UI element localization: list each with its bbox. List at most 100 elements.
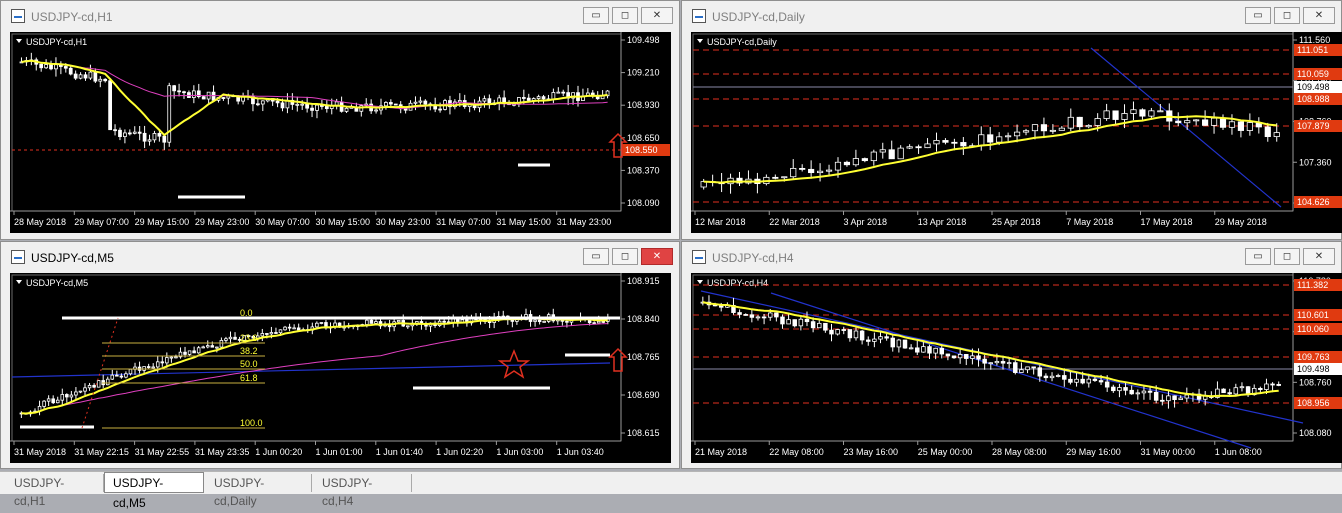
title-bar[interactable]: USDJPY-cd,H4 ▭ ◻ ✕ <box>682 242 1341 272</box>
candle-body <box>438 108 442 111</box>
candle-body <box>1184 394 1190 399</box>
candle-body <box>115 374 119 377</box>
time-axis-label: 31 May 23:00 <box>557 217 612 227</box>
candle-body <box>167 85 172 143</box>
time-axis-label: 31 May 00:00 <box>1141 447 1196 457</box>
candle-body <box>384 102 388 107</box>
price-level-tag-label: 108.550 <box>625 145 658 155</box>
symbol-menu-icon <box>697 39 703 43</box>
minimize-button[interactable]: ▭ <box>583 248 609 265</box>
candle-body <box>165 357 169 364</box>
candle-body <box>1121 113 1128 120</box>
candle-body <box>54 64 58 70</box>
trend-line <box>770 292 1252 449</box>
chart-canvas[interactable]: USDJPY-cd,Daily111.560110.160108.760107.… <box>691 32 1342 233</box>
close-button[interactable]: ✕ <box>641 7 673 24</box>
candle-body <box>879 149 886 153</box>
price-level-tag-label: 104.626 <box>1297 197 1330 207</box>
price-axis-label: 108.915 <box>627 276 660 286</box>
price-chart[interactable]: USDJPY-cd,M5 108.915 108.840 108.765 108.690… <box>10 273 671 463</box>
candle-body <box>1202 119 1209 126</box>
maximize-button[interactable]: ◻ <box>1274 248 1300 265</box>
candle-body <box>310 107 314 111</box>
title-bar[interactable]: USDJPY-cd,M5 ▭ ◻ ✕ <box>1 242 679 272</box>
minimize-button[interactable]: ▭ <box>583 7 609 24</box>
time-axis-label: 23 May 16:00 <box>844 447 899 457</box>
price-axis-label: 107.360 <box>1299 157 1332 167</box>
time-axis-label: 1 Jun 02:20 <box>436 447 483 457</box>
candle-body <box>278 329 283 334</box>
candle-body <box>843 161 851 166</box>
candle-body <box>1178 397 1183 400</box>
candle-body <box>396 320 401 323</box>
candle-body <box>884 336 889 339</box>
candle-body <box>174 356 178 359</box>
chart-window-daily[interactable]: USDJPY-cd,Daily ▭ ◻ ✕ USDJPY-cd,Daily 111… <box>681 0 1342 240</box>
candle-body <box>1239 386 1245 389</box>
fibonacci-level-label: 50.0 <box>240 359 258 369</box>
moving-average-fast <box>702 301 1279 398</box>
maximize-button[interactable]: ◻ <box>612 248 638 265</box>
candle-body <box>374 109 378 112</box>
symbol-menu-icon <box>697 280 703 284</box>
candle-body <box>596 321 601 324</box>
tab-usdjpy-h1[interactable]: USDJPY-cd,H1 <box>6 474 104 508</box>
candle-body <box>945 353 951 357</box>
price-axis-label: 108.615 <box>627 428 660 438</box>
candle-body <box>152 133 157 141</box>
close-button[interactable]: ✕ <box>1303 7 1335 24</box>
candle-body <box>482 98 487 102</box>
time-axis-label: 31 May 23:35 <box>195 447 250 457</box>
minimize-button[interactable]: ▭ <box>1245 7 1271 24</box>
chart-window-h1[interactable]: USDJPY-cd,H1 ▭ ◻ ✕ USDJPY-cd,H1 109.498 10… <box>0 0 680 240</box>
title-bar[interactable]: USDJPY-cd,Daily ▭ ◻ ✕ <box>682 1 1341 31</box>
chart-window-m5[interactable]: USDJPY-cd,M5 ▭ ◻ ✕ USDJPY-cd,M5 108.915 10… <box>0 241 680 469</box>
close-button[interactable]: ✕ <box>641 248 673 265</box>
time-axis-label: 31 May 22:55 <box>135 447 190 457</box>
chart-canvas[interactable]: USDJPY-cd,H1 109.498 109.210 108.930 108.650… <box>10 32 671 233</box>
close-button[interactable]: ✕ <box>1303 248 1335 265</box>
price-chart[interactable]: USDJPY-cd,H4110.780110.060108.760108.080… <box>691 273 1342 463</box>
candle-body <box>1067 116 1074 129</box>
price-chart[interactable]: USDJPY-cd,Daily111.560110.160108.760107.… <box>691 32 1342 233</box>
candle-body <box>269 332 274 335</box>
candle-body <box>205 345 210 348</box>
candle-body <box>142 366 146 371</box>
candle-body <box>781 176 788 179</box>
candle-body <box>191 90 196 98</box>
candle-body <box>187 350 192 355</box>
tab-usdjpy-m5[interactable]: USDJPY-cd,M5 <box>104 472 204 510</box>
chart-canvas[interactable]: USDJPY-cd,M5 108.915 108.840 108.765 108.690… <box>10 273 671 463</box>
candle-body <box>761 316 767 319</box>
maximize-button[interactable]: ◻ <box>612 7 638 24</box>
candle-body <box>128 368 133 375</box>
candle-body <box>192 350 196 354</box>
candle-body <box>1037 367 1043 377</box>
candle-body <box>63 66 68 69</box>
candle-body <box>1080 378 1085 384</box>
candle-body <box>151 366 155 369</box>
candle-body <box>228 336 233 340</box>
time-axis-label: 28 May 2018 <box>14 217 66 227</box>
candle-body <box>1086 378 1092 384</box>
candle-body <box>878 336 883 340</box>
title-bar[interactable]: USDJPY-cd,H1 ▭ ◻ ✕ <box>1 1 679 31</box>
candle-body <box>852 158 859 166</box>
candle-body <box>996 136 1003 143</box>
minimize-button[interactable]: ▭ <box>1245 248 1271 265</box>
candle-body <box>83 74 88 79</box>
chart-window-h4[interactable]: USDJPY-cd,H4 ▭ ◻ ✕ USDJPY-cd,H4110.78011… <box>681 241 1342 469</box>
candle-body <box>315 104 319 111</box>
tab-usdjpy-daily[interactable]: USDJPY-cd,Daily <box>206 474 312 508</box>
maximize-button[interactable]: ◻ <box>1274 7 1300 24</box>
tab-usdjpy-h4[interactable]: USDJPY-cd,H4 <box>314 474 412 508</box>
price-chart[interactable]: USDJPY-cd,H1 109.498 109.210 108.930 108.650… <box>10 32 671 233</box>
chart-canvas[interactable]: USDJPY-cd,H4110.780110.060108.760108.080… <box>691 273 1342 463</box>
candle-body <box>162 135 167 143</box>
candle-body <box>927 346 932 354</box>
candle-body <box>859 330 865 341</box>
time-axis-label: 21 May 2018 <box>695 447 747 457</box>
candle-body <box>210 345 215 348</box>
candle-body <box>255 103 260 106</box>
candle-body <box>119 375 124 378</box>
